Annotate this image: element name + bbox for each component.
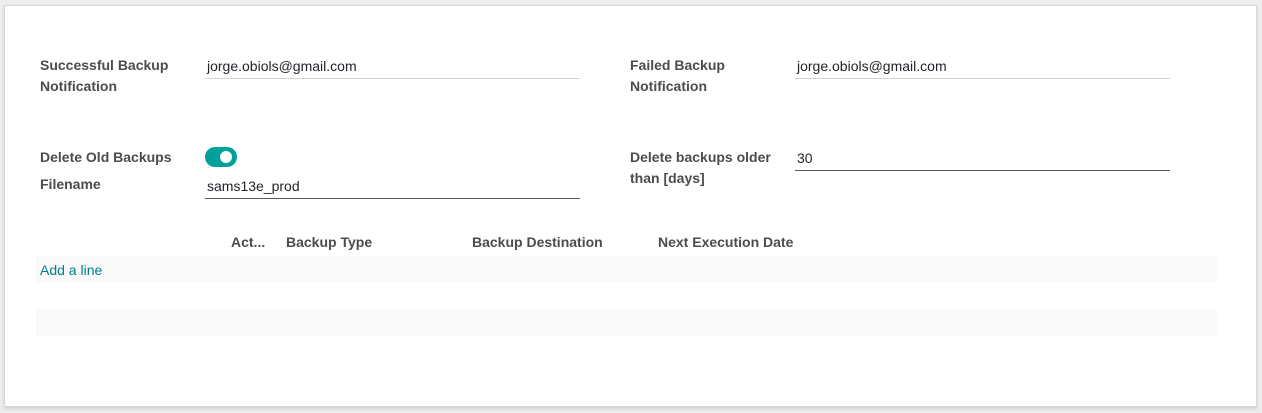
delete-backups-older-input[interactable]: 30 xyxy=(795,147,1170,171)
add-a-line-link[interactable]: Add a line xyxy=(40,261,102,279)
failed-backup-label-line1: Failed Backup xyxy=(630,57,725,73)
column-header-backup-destination[interactable]: Backup Destination xyxy=(472,233,603,251)
failed-backup-label-line2: Notification xyxy=(630,78,707,94)
successful-backup-notification-label: Successful Backup Notification xyxy=(40,55,168,97)
delete-old-backups-label: Delete Old Backups xyxy=(40,149,172,165)
successful-backup-notification-input[interactable]: jorge.obiols@gmail.com xyxy=(205,55,580,79)
delete-old-backups-toggle[interactable] xyxy=(205,147,237,167)
delete-backups-older-label-line2: than [days] xyxy=(630,170,705,186)
successful-backup-label-line2: Notification xyxy=(40,78,117,94)
column-header-active[interactable]: Act... xyxy=(231,233,265,251)
filename-label: Filename xyxy=(40,176,101,192)
failed-backup-notification-input[interactable]: jorge.obiols@gmail.com xyxy=(795,55,1170,79)
table-row-empty xyxy=(36,309,1217,336)
delete-backups-older-label: Delete backups older than [days] xyxy=(630,147,771,189)
failed-backup-notification-label: Failed Backup Notification xyxy=(630,55,725,97)
column-header-next-execution-date[interactable]: Next Execution Date xyxy=(658,233,793,251)
toggle-knob xyxy=(220,151,232,163)
delete-backups-older-label-line1: Delete backups older xyxy=(630,149,771,165)
successful-backup-label-line1: Successful Backup xyxy=(40,57,169,73)
filename-input[interactable]: sams13e_prod xyxy=(205,175,580,199)
column-header-backup-type[interactable]: Backup Type xyxy=(286,233,372,251)
table-row-add xyxy=(36,256,1217,282)
